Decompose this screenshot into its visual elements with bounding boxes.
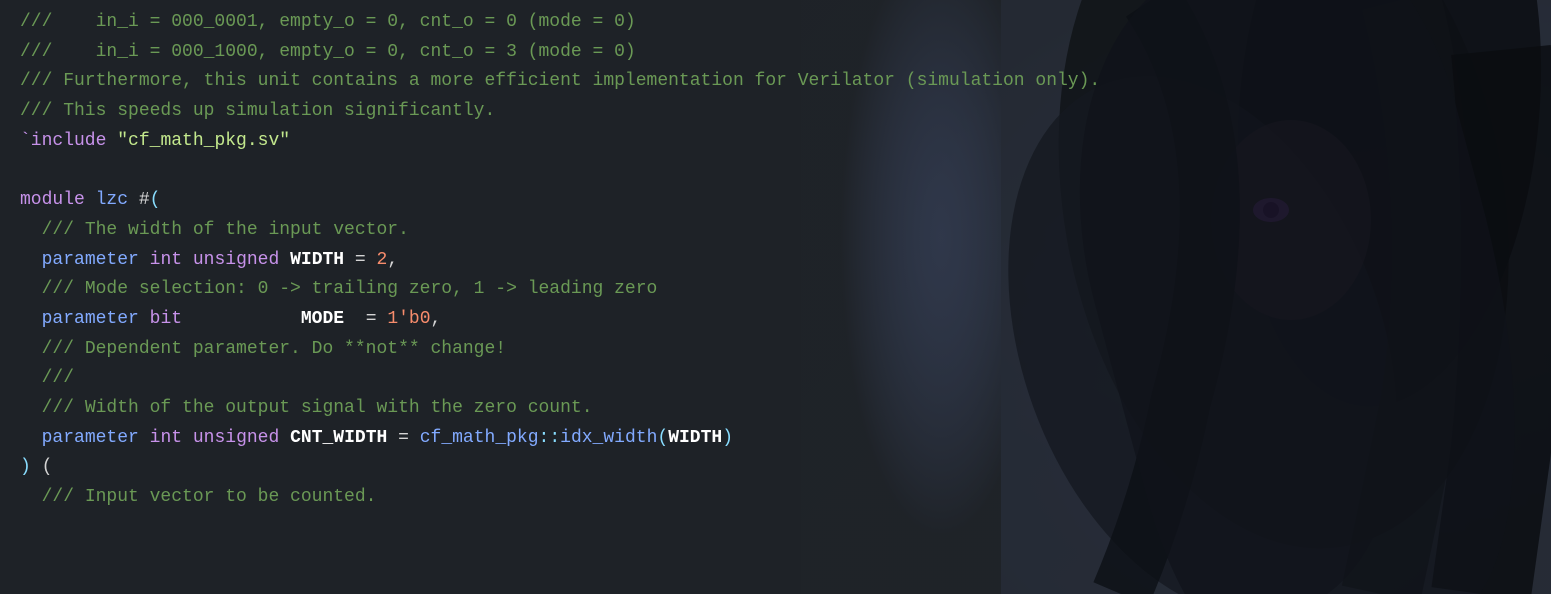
code-token: /// Dependent parameter. Do **not** chan… [42, 335, 506, 365]
code-token: CNT_WIDTH [290, 424, 387, 454]
code-token: in_i = 000_1000, empty_o = 0, cnt_o = 3 … [52, 38, 635, 68]
code-token: ) [20, 453, 31, 483]
code-token [279, 424, 290, 454]
code-token: # [128, 186, 150, 216]
code-token: parameter [42, 305, 139, 335]
code-token: = [387, 424, 419, 454]
code-line: parameter int unsigned CNT_WIDTH = cf_ma… [20, 424, 1531, 454]
code-token [20, 216, 42, 246]
code-line: /// Dependent parameter. Do **not** chan… [20, 335, 1531, 365]
code-token [182, 424, 193, 454]
code-token: "cf_math_pkg.sv" [117, 127, 290, 157]
code-token: /// Width of the output signal with the … [42, 394, 593, 424]
code-token: , [431, 305, 442, 335]
code-token [20, 424, 42, 454]
code-token: lzc [96, 186, 128, 216]
code-token: MODE [301, 305, 344, 335]
code-line: /// Mode selection: 0 -> trailing zero, … [20, 275, 1531, 305]
code-token: = [344, 305, 387, 335]
code-token: /// [20, 38, 52, 68]
code-token: parameter [42, 424, 139, 454]
code-token [20, 335, 42, 365]
code-token [85, 186, 96, 216]
code-token: /// The width of the input vector. [42, 216, 409, 246]
code-token: /// Input vector to be counted. [42, 483, 377, 513]
code-token [106, 127, 117, 157]
code-token [20, 483, 42, 513]
code-line: /// in_i = 000_0001, empty_o = 0, cnt_o … [20, 8, 1531, 38]
code-token: WIDTH [290, 246, 344, 276]
code-line: /// [20, 364, 1531, 394]
code-token [20, 246, 42, 276]
code-token [20, 275, 42, 305]
code-token: /// [42, 364, 74, 394]
code-token: unsigned [193, 424, 279, 454]
code-line: /// Input vector to be counted. [20, 483, 1531, 513]
code-line: /// The width of the input vector. [20, 216, 1531, 246]
code-editor: /// in_i = 000_0001, empty_o = 0, cnt_o … [0, 0, 1551, 594]
code-token: module [20, 186, 85, 216]
code-token [182, 246, 193, 276]
code-token [20, 364, 42, 394]
code-token: ( [150, 186, 161, 216]
code-line [20, 156, 1531, 186]
code-token: /// This speeds up simulation significan… [20, 97, 495, 127]
code-token [279, 246, 290, 276]
code-token: 1'b0 [387, 305, 430, 335]
code-line: module lzc #( [20, 186, 1531, 216]
code-token: ( [657, 424, 668, 454]
code-token: :: [539, 424, 561, 454]
code-token: parameter [42, 246, 139, 276]
code-token: int [150, 246, 182, 276]
code-token: int [150, 424, 182, 454]
code-token: /// Mode selection: 0 -> trailing zero, … [42, 275, 658, 305]
code-line: parameter int unsigned WIDTH = 2, [20, 246, 1531, 276]
code-token: in_i = 000_0001, empty_o = 0, cnt_o = 0 … [52, 8, 635, 38]
code-token: idx_width [560, 424, 657, 454]
code-line: /// in_i = 000_1000, empty_o = 0, cnt_o … [20, 38, 1531, 68]
code-token: unit contains a more efficient implement… [247, 67, 1100, 97]
code-token [20, 394, 42, 424]
code-token: this [204, 67, 247, 97]
code-token: = [344, 246, 376, 276]
code-token: bit [150, 305, 182, 335]
code-line: /// Furthermore, this unit contains a mo… [20, 67, 1531, 97]
code-token: unsigned [193, 246, 279, 276]
code-token: /// [20, 8, 52, 38]
code-token: /// Furthermore, [20, 67, 204, 97]
code-token [20, 305, 42, 335]
code-token: , [387, 246, 398, 276]
code-line: /// This speeds up simulation significan… [20, 97, 1531, 127]
code-line: parameter bit MODE = 1'b0, [20, 305, 1531, 335]
code-token [139, 246, 150, 276]
code-token [139, 305, 150, 335]
code-token: ) [722, 424, 733, 454]
code-token: ( [31, 453, 53, 483]
code-token [139, 424, 150, 454]
code-token [182, 305, 301, 335]
code-token: cf_math_pkg [420, 424, 539, 454]
code-line: /// Width of the output signal with the … [20, 394, 1531, 424]
code-token: `include [20, 127, 106, 157]
code-token: 2 [377, 246, 388, 276]
code-line: `include "cf_math_pkg.sv" [20, 127, 1531, 157]
code-line: ) ( [20, 453, 1531, 483]
code-token: WIDTH [668, 424, 722, 454]
